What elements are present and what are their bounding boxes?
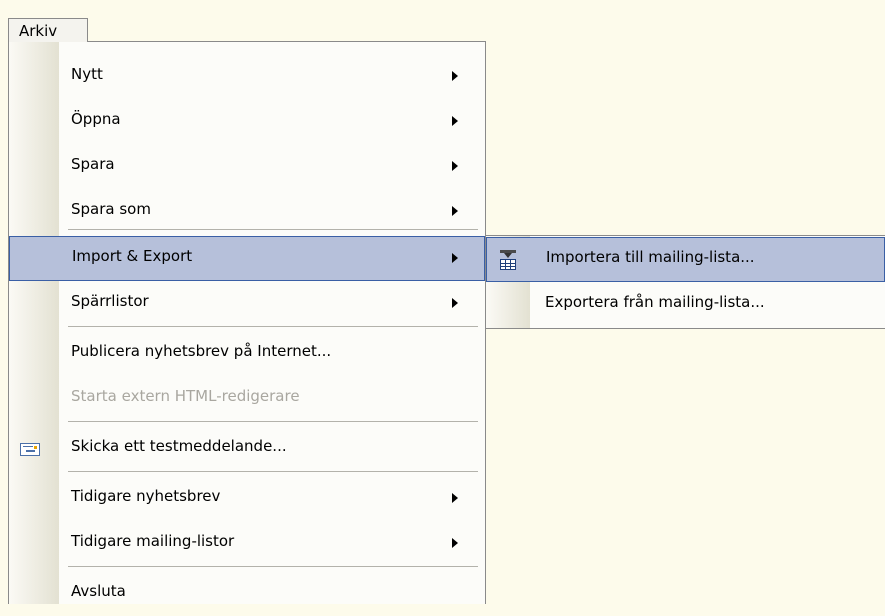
- menu-arkiv-label: Arkiv: [19, 22, 58, 40]
- menu-item-label: Spärrlistor: [71, 292, 149, 310]
- menu-separator: [68, 421, 478, 422]
- menu-separator: [68, 326, 478, 327]
- menu-item-label: Tidigare mailing-listor: [71, 532, 235, 550]
- menu-item-label: Nytt: [71, 65, 103, 83]
- menu-item-skicka-testmeddelande[interactable]: Skicka ett testmeddelande...: [9, 426, 485, 471]
- submenu-arrow-icon: [452, 298, 458, 308]
- menu-item-avsluta[interactable]: Avsluta: [9, 571, 485, 616]
- import-export-submenu: Importera till mailing-lista... Exporter…: [485, 235, 885, 329]
- menu-item-label: Avsluta: [71, 582, 126, 600]
- menu-item-label: Spara som: [71, 200, 151, 218]
- menu-item-label: Starta extern HTML-redigerare: [71, 387, 300, 405]
- submenu-arrow-icon: [452, 253, 458, 263]
- menu-item-oppna[interactable]: Öppna: [9, 99, 485, 144]
- menu-item-nytt[interactable]: Nytt: [9, 54, 485, 99]
- submenu-item-importera[interactable]: Importera till mailing-lista...: [486, 237, 885, 282]
- submenu-arrow-icon: [452, 161, 458, 171]
- menu-item-tidigare-nyhetsbrev[interactable]: Tidigare nyhetsbrev: [9, 476, 485, 521]
- file-menu: Nytt Öppna Spara Spara som Import & Expo…: [8, 41, 486, 604]
- menu-item-spara-som[interactable]: Spara som: [9, 189, 485, 234]
- menu-item-label: Publicera nyhetsbrev på Internet...: [71, 342, 332, 360]
- import-table-icon: [499, 250, 517, 270]
- menu-item-label: Import & Export: [72, 247, 193, 265]
- menu-item-sparrlistor[interactable]: Spärrlistor: [9, 281, 485, 326]
- menu-separator: [68, 229, 478, 230]
- menu-item-tidigare-mailing-listor[interactable]: Tidigare mailing-listor: [9, 521, 485, 566]
- menu-item-import-export[interactable]: Import & Export: [9, 236, 485, 281]
- menu-item-label: Spara: [71, 155, 115, 173]
- menu-separator: [68, 566, 478, 567]
- submenu-arrow-icon: [452, 71, 458, 81]
- menu-arkiv[interactable]: Arkiv: [8, 18, 88, 42]
- submenu-arrow-icon: [452, 206, 458, 216]
- menu-item-starta-extern-html: Starta extern HTML-redigerare: [9, 376, 485, 421]
- menu-separator: [68, 471, 478, 472]
- menu-item-spara[interactable]: Spara: [9, 144, 485, 189]
- submenu-item-label: Importera till mailing-lista...: [546, 248, 755, 266]
- submenu-arrow-icon: [452, 538, 458, 548]
- submenu-item-exportera[interactable]: Exportera från mailing-lista...: [486, 282, 885, 327]
- menu-item-label: Skicka ett testmeddelande...: [71, 437, 287, 455]
- submenu-arrow-icon: [452, 493, 458, 503]
- mail-icon: [20, 443, 40, 456]
- menu-item-label: Öppna: [71, 110, 121, 128]
- menu-item-publicera[interactable]: Publicera nyhetsbrev på Internet...: [9, 331, 485, 376]
- menu-item-label: Tidigare nyhetsbrev: [71, 487, 221, 505]
- submenu-item-label: Exportera från mailing-lista...: [545, 293, 765, 311]
- submenu-arrow-icon: [452, 116, 458, 126]
